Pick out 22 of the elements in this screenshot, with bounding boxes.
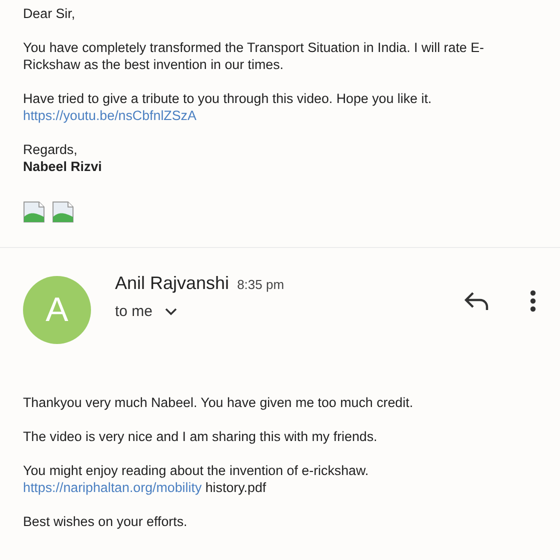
link[interactable]: https://youtu.be/nsCbfnlZSzA: [23, 108, 196, 123]
body-text: Nabeel Rizvi: [23, 158, 102, 175]
body-text: Rickshaw as the best invention in our times.: [23, 56, 284, 73]
link[interactable]: https://nariphaltan.org/mobility: [23, 480, 202, 495]
body-text: Regards,: [23, 141, 78, 158]
body-text: Dear Sir,: [23, 5, 76, 22]
more-icon: [530, 290, 536, 312]
body-text: You might enjoy reading about the invention of e-rickshaw.: [23, 462, 369, 479]
body-text: Thankyou very much Nabeel. You have given me too much credit.: [23, 394, 414, 411]
timestamp: 8:35 pm: [237, 277, 284, 292]
chevron-down-icon: [164, 308, 177, 316]
more-button[interactable]: [530, 290, 536, 312]
avatar: A: [23, 276, 91, 344]
recipient-button[interactable]: to me: [115, 303, 464, 320]
body-text: The video is very nice and I am sharing this with my friends.: [23, 428, 378, 445]
sender-name: Anil Rajvanshi: [115, 273, 230, 294]
body-text: https://nariphaltan.org/mobility history.pdf: [23, 479, 266, 496]
body-text: You have completely transformed the Transport Situation in India. I will rate E-: [23, 39, 484, 56]
reply-icon: [464, 291, 490, 311]
body-text: Have tried to give a tribute to you through this video. Hope you like it.: [23, 90, 432, 107]
body-text: Best wishes on your efforts.: [23, 513, 188, 530]
reply-button[interactable]: [464, 291, 490, 311]
